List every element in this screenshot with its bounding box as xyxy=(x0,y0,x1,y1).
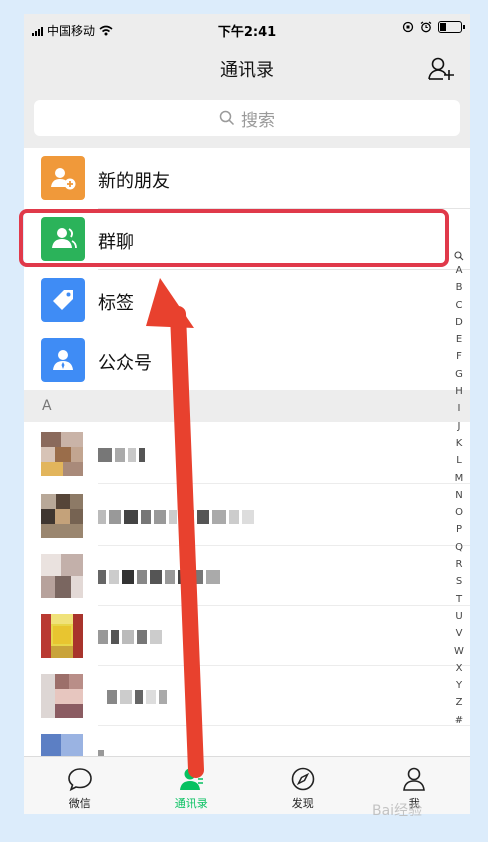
index-letter[interactable]: J xyxy=(458,418,461,435)
blurred-name xyxy=(98,570,220,584)
chat-bubble-icon xyxy=(67,768,92,792)
index-letter[interactable]: B xyxy=(456,279,463,296)
avatar xyxy=(41,674,83,718)
index-letter[interactable]: U xyxy=(455,608,462,625)
index-letter[interactable]: N xyxy=(455,487,462,504)
tab-label: 微信 xyxy=(68,797,91,810)
tab-label: 发现 xyxy=(291,797,314,810)
battery-icon xyxy=(438,21,465,33)
blurred-name xyxy=(98,630,162,644)
index-letter[interactable]: T xyxy=(456,591,462,608)
avatar xyxy=(41,554,83,598)
tab-label: 通讯录 xyxy=(174,797,208,810)
search-icon[interactable] xyxy=(454,250,464,262)
phone-screen: 中国移动 下午2:41 通讯录 搜索 新的朋友 群聊 标签 公众号 A A B … xyxy=(24,14,470,814)
new-friends-row[interactable]: 新的朋友 xyxy=(24,148,470,209)
blurred-name xyxy=(98,448,145,462)
nav-bar: 通讯录 xyxy=(24,44,470,94)
avatar xyxy=(41,614,83,658)
section-header-a: A xyxy=(24,390,470,422)
search-icon xyxy=(219,110,235,126)
tags-label: 标签 xyxy=(98,293,134,314)
search-area: 搜索 xyxy=(24,94,470,148)
index-letter[interactable]: O xyxy=(455,504,463,521)
section-letter: A xyxy=(42,398,52,414)
blurred-name xyxy=(98,510,254,524)
index-letter[interactable]: Z xyxy=(456,694,463,711)
tab-contacts[interactable]: 通讯录 xyxy=(136,757,248,814)
compass-icon xyxy=(291,767,315,791)
orientation-lock-icon xyxy=(402,21,414,33)
index-letter[interactable]: K xyxy=(456,435,463,452)
index-letter[interactable]: Q xyxy=(455,539,463,556)
index-letter[interactable]: M xyxy=(455,470,464,487)
watermark: Bai经验 xyxy=(372,803,423,819)
search-placeholder: 搜索 xyxy=(241,110,275,131)
index-letter[interactable]: V xyxy=(456,625,463,642)
avatar xyxy=(41,494,83,538)
alphabet-index[interactable]: A B C D E F G H I J K L M N O P Q R S T … xyxy=(452,250,466,729)
index-letter[interactable]: D xyxy=(455,314,463,331)
status-bar: 中国移动 下午2:41 xyxy=(24,14,470,44)
add-friend-icon xyxy=(41,156,85,200)
search-input[interactable]: 搜索 xyxy=(34,100,460,136)
index-letter[interactable]: L xyxy=(456,452,462,469)
index-letter[interactable]: F xyxy=(456,348,462,365)
contact-row[interactable] xyxy=(24,546,470,606)
index-letter[interactable]: Y xyxy=(456,677,462,694)
alarm-icon xyxy=(420,21,432,33)
official-accounts-row[interactable]: 公众号 xyxy=(24,330,470,391)
index-letter[interactable]: # xyxy=(455,712,463,729)
tab-chats[interactable]: 微信 xyxy=(24,757,136,814)
tab-discover[interactable]: 发现 xyxy=(247,757,359,814)
index-letter[interactable]: R xyxy=(456,556,463,573)
person-icon xyxy=(403,767,426,791)
contacts-icon xyxy=(180,768,204,790)
add-contact-icon[interactable] xyxy=(426,54,456,84)
index-letter[interactable]: A xyxy=(456,262,463,279)
contact-row[interactable] xyxy=(24,424,470,484)
index-letter[interactable]: S xyxy=(456,573,462,590)
blurred-name xyxy=(98,690,167,704)
index-letter[interactable]: E xyxy=(456,331,462,348)
highlight-box xyxy=(19,209,449,267)
index-letter[interactable]: P xyxy=(456,521,462,538)
contact-row[interactable] xyxy=(24,666,470,726)
index-letter[interactable]: W xyxy=(454,643,464,660)
official-account-icon xyxy=(41,338,85,382)
contact-row[interactable] xyxy=(24,486,470,546)
index-letter[interactable]: G xyxy=(455,366,463,383)
index-letter[interactable]: I xyxy=(458,400,461,417)
contact-row[interactable] xyxy=(24,606,470,666)
page-title: 通讯录 xyxy=(220,60,274,81)
official-accounts-label: 公众号 xyxy=(98,353,152,374)
tags-row[interactable]: 标签 xyxy=(24,270,470,331)
new-friends-label: 新的朋友 xyxy=(98,171,170,192)
tag-icon xyxy=(41,278,85,322)
index-letter[interactable]: H xyxy=(455,383,463,400)
index-letter[interactable]: C xyxy=(456,297,463,314)
avatar xyxy=(41,432,83,476)
index-letter[interactable]: X xyxy=(456,660,463,677)
